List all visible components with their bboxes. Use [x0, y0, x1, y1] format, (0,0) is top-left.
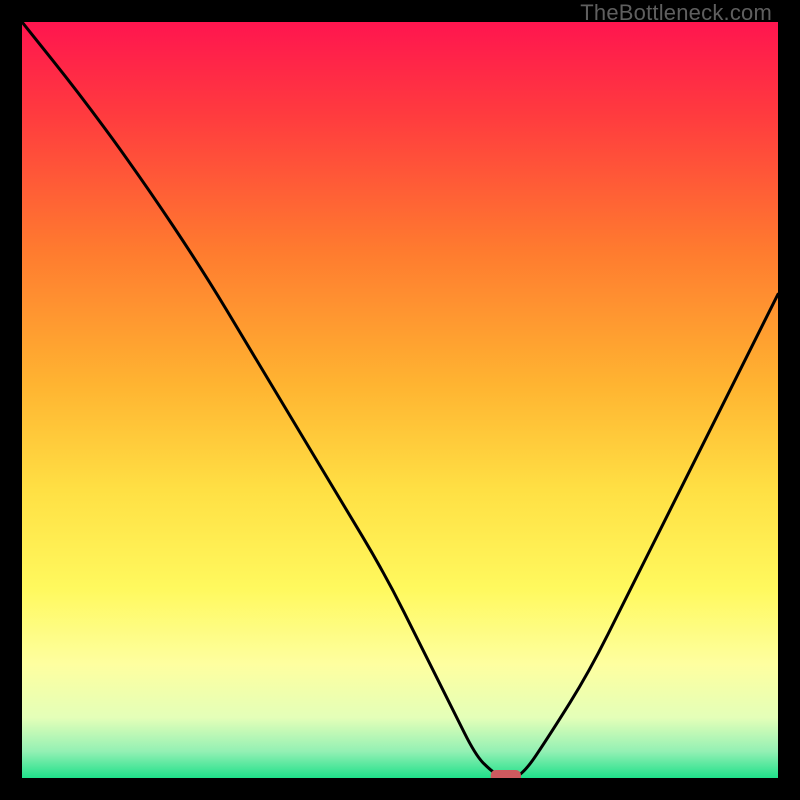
chart-frame — [22, 22, 778, 778]
optimal-marker — [491, 770, 521, 778]
bottleneck-chart — [22, 22, 778, 778]
chart-background — [22, 22, 778, 778]
